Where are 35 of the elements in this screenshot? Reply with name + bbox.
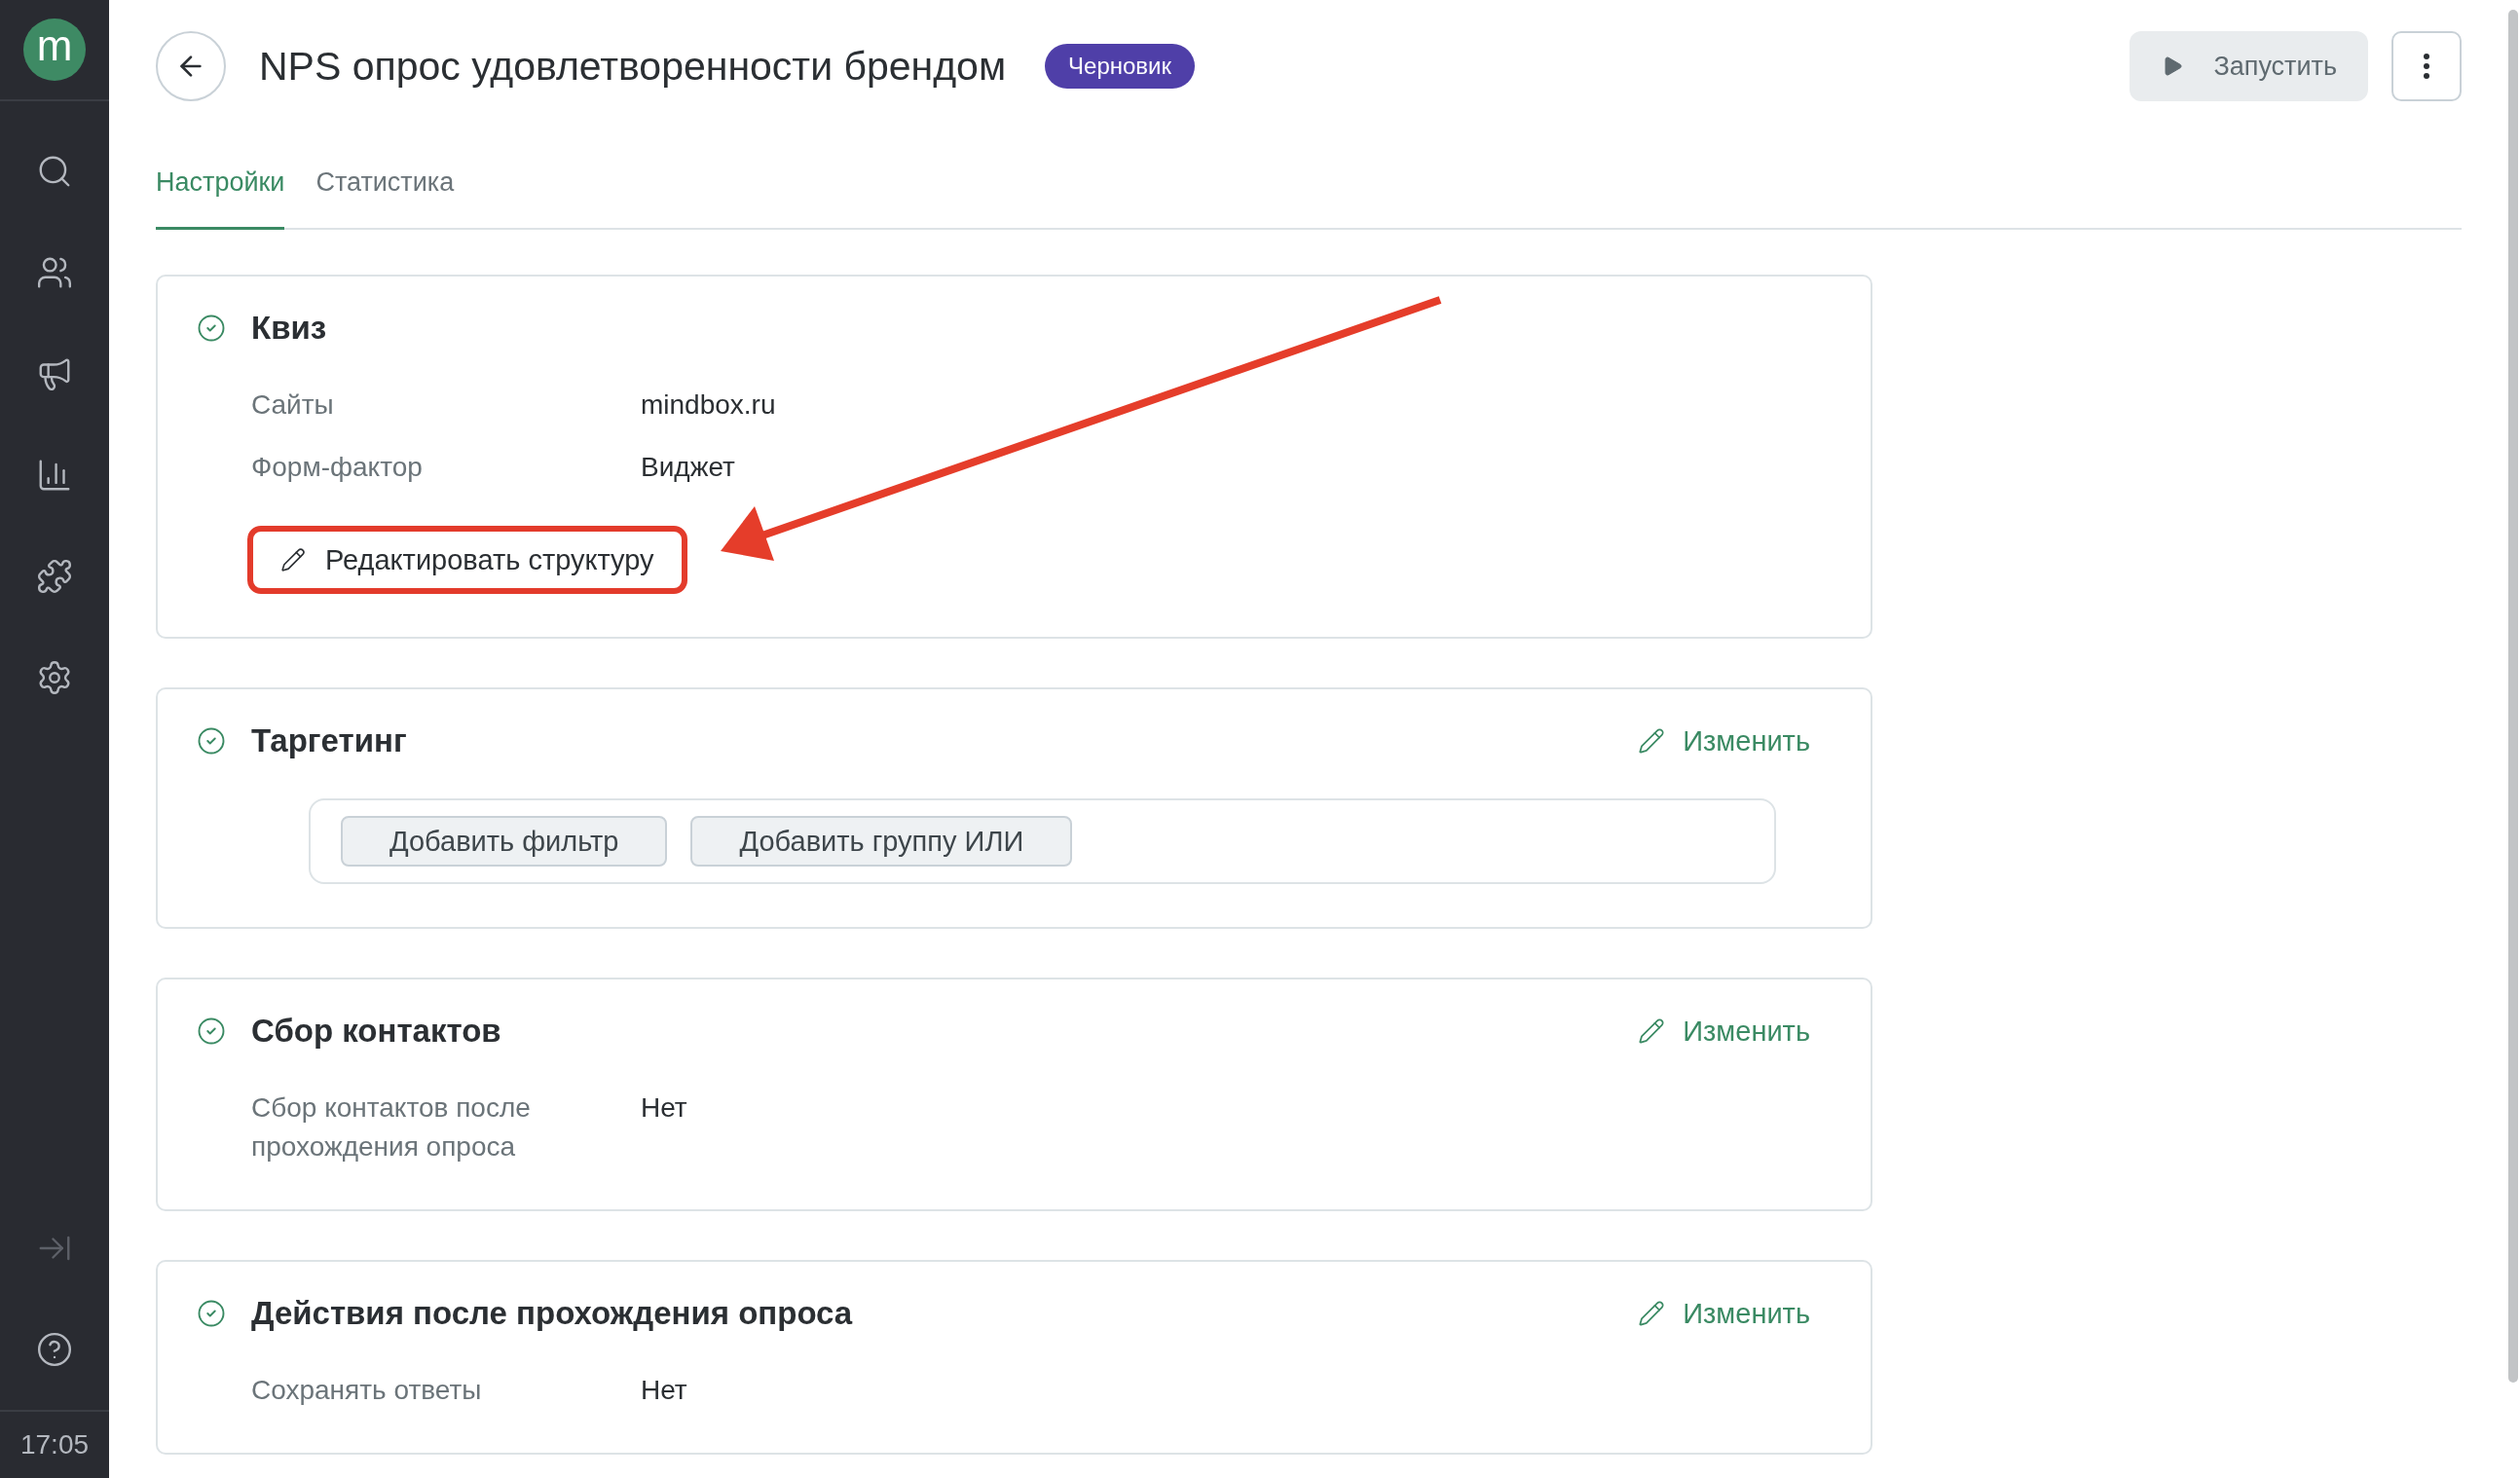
clock-time: 17:05: [0, 1410, 109, 1478]
tab[interactable]: Настройки: [156, 167, 285, 230]
card-title: Действия после прохождения опроса: [251, 1295, 853, 1332]
check-icon: [197, 314, 226, 343]
field-label: Сайты: [251, 388, 335, 422]
edit-link[interactable]: Изменить: [1638, 724, 1810, 757]
run-button[interactable]: Запустить: [2130, 31, 2368, 101]
edit-link[interactable]: Изменить: [1638, 1015, 1810, 1048]
field-label: Сбор контактов после прохождения опроса: [251, 1091, 532, 1164]
card-title: Таргетинг: [251, 722, 407, 759]
field-value: mindbox.ru: [641, 388, 776, 422]
page-title: NPS опрос удовлетворенности брендом: [259, 43, 1007, 90]
add-filter-button[interactable]: Добавить фильтр: [341, 816, 668, 867]
check-icon: [197, 726, 226, 756]
check-icon: [197, 1016, 226, 1046]
tab[interactable]: Статистика: [315, 167, 455, 230]
edit-structure-button[interactable]: Редактировать структуру: [247, 526, 687, 594]
more-icon: [2424, 54, 2429, 79]
status-badge: Черновик: [1045, 44, 1196, 89]
card-title: Квиз: [251, 310, 327, 347]
edit-link[interactable]: Изменить: [1638, 1297, 1810, 1330]
card-title: Сбор контактов: [251, 1013, 501, 1050]
pencil-icon: [1638, 1300, 1666, 1327]
pencil-icon: [280, 547, 306, 573]
check-icon: [197, 1299, 226, 1328]
logo[interactable]: m: [23, 18, 86, 81]
field-value: Виджет: [641, 451, 735, 484]
scrollbar[interactable]: [2508, 10, 2518, 1383]
field-label: Сохранять ответы: [251, 1374, 483, 1407]
pencil-icon: [1638, 1017, 1666, 1045]
add-filter-button[interactable]: Добавить группу ИЛИ: [690, 816, 1073, 867]
pencil-icon: [1638, 727, 1666, 755]
field-label: Форм-фактор: [251, 451, 424, 484]
field-value: Нет: [641, 1374, 687, 1407]
field-value: Нет: [641, 1091, 687, 1125]
